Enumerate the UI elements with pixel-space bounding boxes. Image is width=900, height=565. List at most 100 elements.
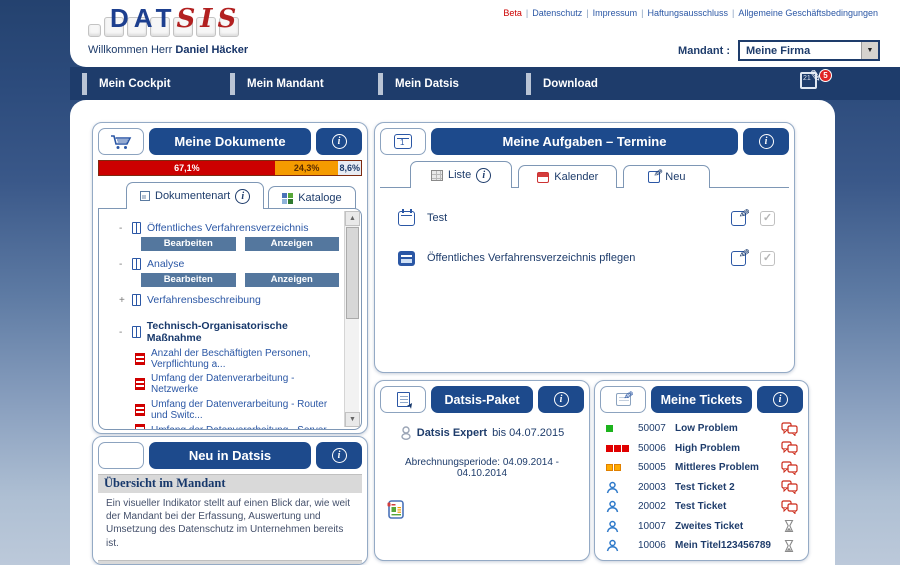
- paket-info-button[interactable]: i: [538, 386, 584, 413]
- tom-item-link[interactable]: Anzahl der Beschäftigten Personen, Verpf…: [151, 348, 339, 370]
- logo-key: [88, 24, 101, 37]
- header-band: DATSIS Willkommen Herr Daniel Häcker Bet…: [70, 0, 900, 67]
- scrollbar-thumb[interactable]: [346, 227, 359, 319]
- tree-expander[interactable]: -: [119, 259, 126, 270]
- ticket-row[interactable]: 10007 Zweites Ticket: [606, 517, 799, 537]
- bearbeiten-button[interactable]: Bearbeiten: [141, 273, 236, 287]
- ticket-chat-icon[interactable]: [779, 441, 799, 455]
- ticket-chat-icon[interactable]: [779, 461, 799, 475]
- tab-dokumentenart[interactable]: Dokumentenart i: [126, 182, 264, 209]
- link-datenschutz[interactable]: Datenschutz: [532, 8, 582, 18]
- paket-panel: Datsis-Paket i Datsis Expert bis 04.07.2…: [374, 380, 590, 561]
- ticket-hourglass-icon: [779, 539, 799, 553]
- complete-task-icon[interactable]: ✓: [760, 211, 775, 226]
- link-separator: |: [526, 8, 528, 18]
- ticket-row[interactable]: 20003 Test Ticket 2: [606, 478, 799, 498]
- welcome-message: Willkommen Herr Daniel Häcker: [88, 44, 248, 56]
- tree-node-actions: Bearbeiten Anzeigen: [141, 237, 339, 251]
- calendar-button[interactable]: [380, 128, 426, 155]
- task-title: Test: [427, 212, 447, 224]
- tree-node-tom: - Technisch-Organisatorische Maßnahme: [119, 320, 339, 344]
- cart-button[interactable]: [98, 128, 144, 155]
- complete-task-icon[interactable]: ✓: [760, 251, 775, 266]
- edit-task-icon[interactable]: [731, 211, 746, 226]
- tree-scrollbar[interactable]: ▲ ▼: [344, 211, 359, 427]
- nav-item-download[interactable]: Download: [526, 67, 674, 100]
- tasks-info-button[interactable]: i: [743, 128, 789, 155]
- ticket-row[interactable]: 50005 Mittleres Problem: [606, 458, 799, 478]
- tickets-info-button[interactable]: i: [757, 386, 803, 413]
- nav-separator: [82, 73, 87, 95]
- tom-item-link[interactable]: Umfang der Datenverarbeitung - Netzwerke: [151, 373, 339, 395]
- tree-node-link[interactable]: Verfahrensbeschreibung: [147, 294, 261, 306]
- tree-node-link[interactable]: Analyse: [147, 258, 184, 270]
- main-nav-bar: Mein Cockpit Mein Mandant Mein Datsis Do…: [70, 67, 900, 100]
- tom-item-link[interactable]: Umfang der Datenverarbeitung - Router un…: [151, 399, 339, 421]
- datsis-cockpit-page: { "header": { "logo_primary": "DAT", "lo…: [0, 0, 900, 565]
- tab-neu[interactable]: Neu: [623, 165, 710, 188]
- nav-separator: [526, 73, 531, 95]
- ticket-row[interactable]: 20002 Test Ticket: [606, 497, 799, 517]
- tree-node-link[interactable]: Technisch-Organisatorische Maßnahme: [147, 320, 339, 344]
- tree-node: - Öffentliches Verfahrensverzeichnis: [119, 222, 339, 234]
- nav-item-mein-datsis[interactable]: Mein Datsis: [378, 67, 526, 100]
- notifications-button[interactable]: ✎ 5: [800, 69, 832, 97]
- calendar-filled-icon: [398, 251, 415, 266]
- ticket-id: 10006: [638, 540, 675, 551]
- tree-expander[interactable]: -: [119, 327, 126, 338]
- ticket-id: 10007: [638, 521, 675, 532]
- tree-expander[interactable]: +: [119, 295, 126, 306]
- tom-item: Anzahl der Beschäftigten Personen, Verpf…: [135, 348, 339, 370]
- nav-item-label: Mein Cockpit: [99, 78, 171, 90]
- documents-panel-title: Meine Dokumente: [149, 128, 311, 155]
- ticket-row[interactable]: 50006 High Problem: [606, 439, 799, 459]
- anzeigen-button[interactable]: Anzeigen: [245, 237, 340, 251]
- select-dropdown-arrow-icon[interactable]: ▼: [861, 42, 878, 59]
- news-info-button[interactable]: i: [316, 442, 362, 469]
- ticket-chat-icon[interactable]: [779, 500, 799, 514]
- striped-document-icon: [135, 378, 145, 390]
- newsletter-icon[interactable]: [387, 499, 404, 519]
- ticket-row[interactable]: 10006 Mein Titel123456789: [606, 536, 799, 556]
- tab-label: Dokumentenart: [155, 190, 230, 202]
- ticket-title: Test Ticket 2: [675, 482, 779, 493]
- link-agb[interactable]: Allgemeine Geschäftsbedingungen: [738, 8, 878, 18]
- tree-expander[interactable]: -: [119, 223, 126, 234]
- link-separator: |: [586, 8, 588, 18]
- ticket-row[interactable]: 50007 Low Problem: [606, 419, 799, 439]
- nav-item-mein-cockpit[interactable]: Mein Cockpit: [82, 67, 230, 100]
- tab-kalender[interactable]: Kalender: [518, 165, 617, 188]
- link-haftungsausschluss[interactable]: Haftungsausschluss: [648, 8, 729, 18]
- paket-button[interactable]: [380, 386, 426, 413]
- document-icon: [132, 222, 141, 234]
- edit-task-icon[interactable]: [731, 251, 746, 266]
- link-impressum[interactable]: Impressum: [593, 8, 638, 18]
- link-beta[interactable]: Beta: [503, 8, 522, 18]
- user-icon: [606, 500, 638, 513]
- news-button[interactable]: [98, 442, 144, 469]
- ticket-chat-icon[interactable]: [779, 480, 799, 494]
- bearbeiten-button[interactable]: Bearbeiten: [141, 237, 236, 251]
- info-icon: i: [759, 134, 774, 149]
- mandant-select[interactable]: Meine Firma ▼: [738, 40, 880, 61]
- tab-kataloge[interactable]: Kataloge: [268, 186, 355, 209]
- ticket-id: 50005: [638, 462, 675, 473]
- nav-separator: [378, 73, 383, 95]
- ticket-chat-icon[interactable]: [779, 422, 799, 436]
- tab-liste[interactable]: Liste i: [410, 161, 512, 188]
- scroll-up-icon[interactable]: ▲: [345, 211, 360, 226]
- tom-item-link[interactable]: Umfang der Datenverarbeitung - Server: [151, 425, 327, 431]
- tickets-button[interactable]: [600, 386, 646, 413]
- news-panel-title: Neu in Datsis: [149, 442, 311, 469]
- task-list: Test ✓ Öffentliches Verfahrensverzeichni…: [380, 188, 789, 270]
- nav-item-mein-mandant[interactable]: Mein Mandant: [230, 67, 378, 100]
- plan-icon: [400, 426, 412, 440]
- anzeigen-button[interactable]: Anzeigen: [245, 273, 340, 287]
- documents-info-button[interactable]: i: [316, 128, 362, 155]
- tree-node-link[interactable]: Öffentliches Verfahrensverzeichnis: [147, 222, 308, 234]
- cart-icon: [110, 134, 132, 150]
- user-icon: [606, 520, 638, 533]
- scroll-down-icon[interactable]: ▼: [345, 412, 360, 427]
- progress-segment-red: 67,1%: [99, 161, 275, 175]
- tom-item: Umfang der Datenverarbeitung - Netzwerke: [135, 373, 339, 395]
